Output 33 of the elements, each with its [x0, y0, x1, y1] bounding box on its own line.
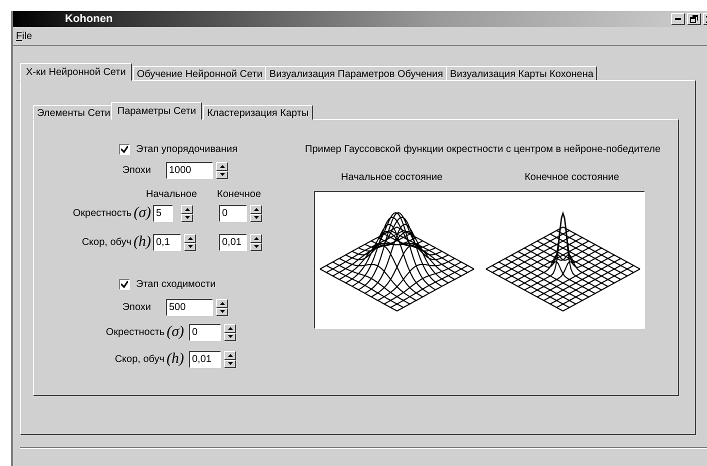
number-field[interactable]: 5: [153, 205, 173, 222]
tab[interactable]: Обучение Нейронной Сети: [132, 66, 266, 81]
number-field[interactable]: 0,1: [153, 234, 181, 251]
number-field[interactable]: 500: [166, 299, 213, 316]
menu-item[interactable]: File: [13, 30, 36, 42]
column-header: Конечное: [217, 189, 262, 200]
field-label: Окрестность: [72, 208, 132, 219]
number-field[interactable]: 0: [189, 324, 221, 341]
checkbox-label: Этап сходимости: [136, 278, 216, 290]
plot-label: Конечное состояние: [524, 172, 620, 185]
field-label: Эпохи: [122, 302, 151, 313]
symbol-label: (h): [166, 352, 184, 367]
number-field[interactable]: 0,01: [219, 234, 247, 251]
plot-label: Начальное состояние: [341, 172, 443, 185]
field-label: Окрестность: [106, 327, 165, 338]
tab[interactable]: Визуализация Параметров Обучения: [265, 66, 448, 81]
field-label: Скор, обуч: [82, 237, 132, 248]
number-field[interactable]: 0: [219, 205, 247, 222]
column-header: Начальное: [146, 189, 198, 200]
tab[interactable]: Х-ки Нейронной Сети: [20, 63, 132, 81]
symbol-label: (σ): [166, 325, 184, 340]
field-label: Эпохи: [122, 165, 151, 176]
number-field[interactable]: 0,01: [189, 351, 221, 368]
symbol-label: (σ): [134, 206, 151, 221]
field-label: Скор, обуч: [114, 354, 164, 365]
number-field[interactable]: 1000: [166, 162, 213, 179]
tab[interactable]: Визуализация Карты Кохонена: [446, 66, 598, 81]
symbol-label: (h): [134, 235, 151, 250]
tab[interactable]: Кластеризация Карты: [203, 105, 313, 120]
caption: Пример Гауссовской функции окрестности с центром в нейроне-победителе: [305, 144, 662, 155]
tab[interactable]: Параметры Сети: [111, 102, 202, 120]
window-title: Kohonen: [65, 13, 114, 25]
checkbox-label: Этап упорядочивания: [136, 144, 238, 154]
